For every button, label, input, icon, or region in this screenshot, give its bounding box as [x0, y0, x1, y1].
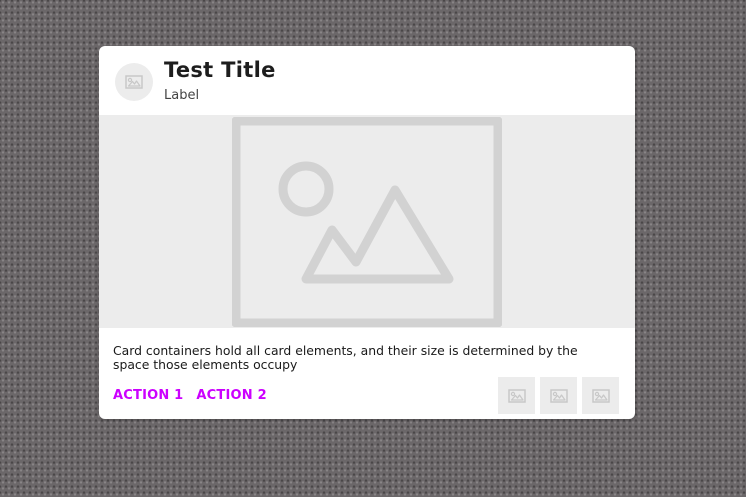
icon-button-3[interactable]	[582, 377, 619, 414]
icon-button-1[interactable]	[498, 377, 535, 414]
card-body-text: Card containers hold all card elements, …	[113, 343, 578, 372]
icon-button-2[interactable]	[540, 377, 577, 414]
card-media	[99, 115, 635, 328]
image-icon	[591, 388, 610, 403]
avatar	[115, 63, 153, 101]
action-2-button[interactable]: ACTION 2	[196, 388, 266, 403]
image-icon	[549, 388, 568, 403]
image-icon	[507, 388, 526, 403]
image-placeholder-icon	[232, 117, 502, 327]
card-header: Test Title Label	[99, 46, 635, 115]
card-actions: ACTION 1 ACTION 2	[113, 388, 280, 403]
card-title: Test Title	[164, 58, 276, 82]
card-subtitle: Label	[164, 88, 200, 103]
card-icon-buttons	[498, 377, 619, 414]
card: Test Title Label Card containers hold al…	[99, 46, 635, 419]
action-1-button[interactable]: ACTION 1	[113, 388, 183, 403]
image-icon	[125, 75, 143, 89]
